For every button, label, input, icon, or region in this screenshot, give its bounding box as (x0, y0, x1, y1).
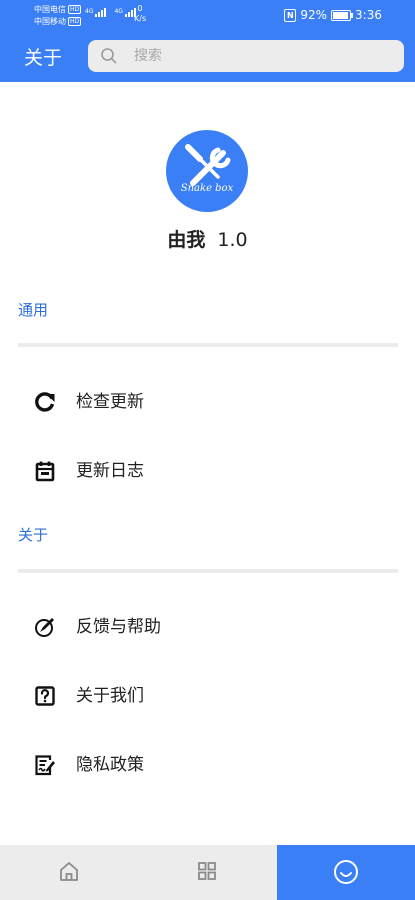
app-name: 由我 (167, 229, 206, 251)
signal-icon: 4G (114, 8, 136, 17)
menu-item-privacy[interactable]: 隐私政策 (0, 740, 415, 790)
menu-label: 更新日志 (76, 461, 144, 481)
smile-icon (334, 860, 358, 884)
app-logo: Snake box (166, 130, 248, 212)
search-icon (101, 48, 117, 64)
search-placeholder: 搜索 (134, 48, 162, 64)
privacy-document-icon (35, 755, 55, 776)
signal-icon: 4G (85, 8, 107, 17)
logo-text: Snake box (180, 183, 234, 194)
battery-fill (333, 11, 349, 19)
nav-tab-grid[interactable] (138, 845, 276, 900)
status-bar: 中国电信 HD 中国移动 HD 4G 4G 0 K/s N 92% 3:36 (0, 0, 415, 34)
search-input[interactable]: 搜索 (88, 40, 404, 72)
feedback-icon (35, 618, 54, 637)
hd-badge: HD (68, 17, 82, 26)
menu-label: 隐私政策 (76, 755, 144, 775)
refresh-icon (35, 392, 55, 412)
hd-badge: HD (68, 5, 82, 14)
section-general-label: 通用 (18, 301, 49, 319)
battery-icon (331, 9, 354, 21)
help-icon (35, 686, 55, 706)
clock: 3:36 (355, 8, 382, 22)
menu-label: 反馈与帮助 (76, 617, 161, 637)
section-divider (18, 343, 398, 347)
home-icon (60, 862, 78, 881)
tools-icon (185, 144, 231, 186)
menu-item-check-update[interactable]: 检查更新 (0, 377, 415, 427)
nfc-icon: N (284, 8, 297, 22)
section-about-label: 关于 (18, 526, 49, 544)
status-right: N 92% 3:36 (284, 8, 382, 22)
nav-tab-about[interactable] (277, 845, 415, 900)
app-header: 关于 搜索 (0, 34, 415, 82)
page-title: 关于 (24, 47, 63, 69)
bottom-nav (0, 845, 415, 900)
section-divider (18, 569, 398, 573)
network-speed: 0 K/s (134, 4, 147, 23)
app-name-version: 由我 1.0 (0, 226, 415, 254)
carrier-1: 中国电信 (34, 5, 66, 14)
carrier-2: 中国移动 (34, 17, 66, 26)
app-version: 1.0 (217, 229, 248, 251)
menu-item-about-us[interactable]: 关于我们 (0, 671, 415, 721)
carrier-info: 中国电信 HD 中国移动 HD (34, 4, 82, 28)
grid-icon (198, 862, 216, 880)
menu-item-feedback[interactable]: 反馈与帮助 (0, 602, 415, 652)
battery-percent: 92% (300, 8, 328, 22)
signal-indicators: 4G 4G (85, 8, 136, 17)
nav-tab-home[interactable] (0, 845, 138, 900)
calendar-icon (35, 461, 55, 482)
menu-item-changelog[interactable]: 更新日志 (0, 446, 415, 496)
menu-label: 检查更新 (76, 392, 144, 412)
menu-label: 关于我们 (76, 686, 144, 706)
